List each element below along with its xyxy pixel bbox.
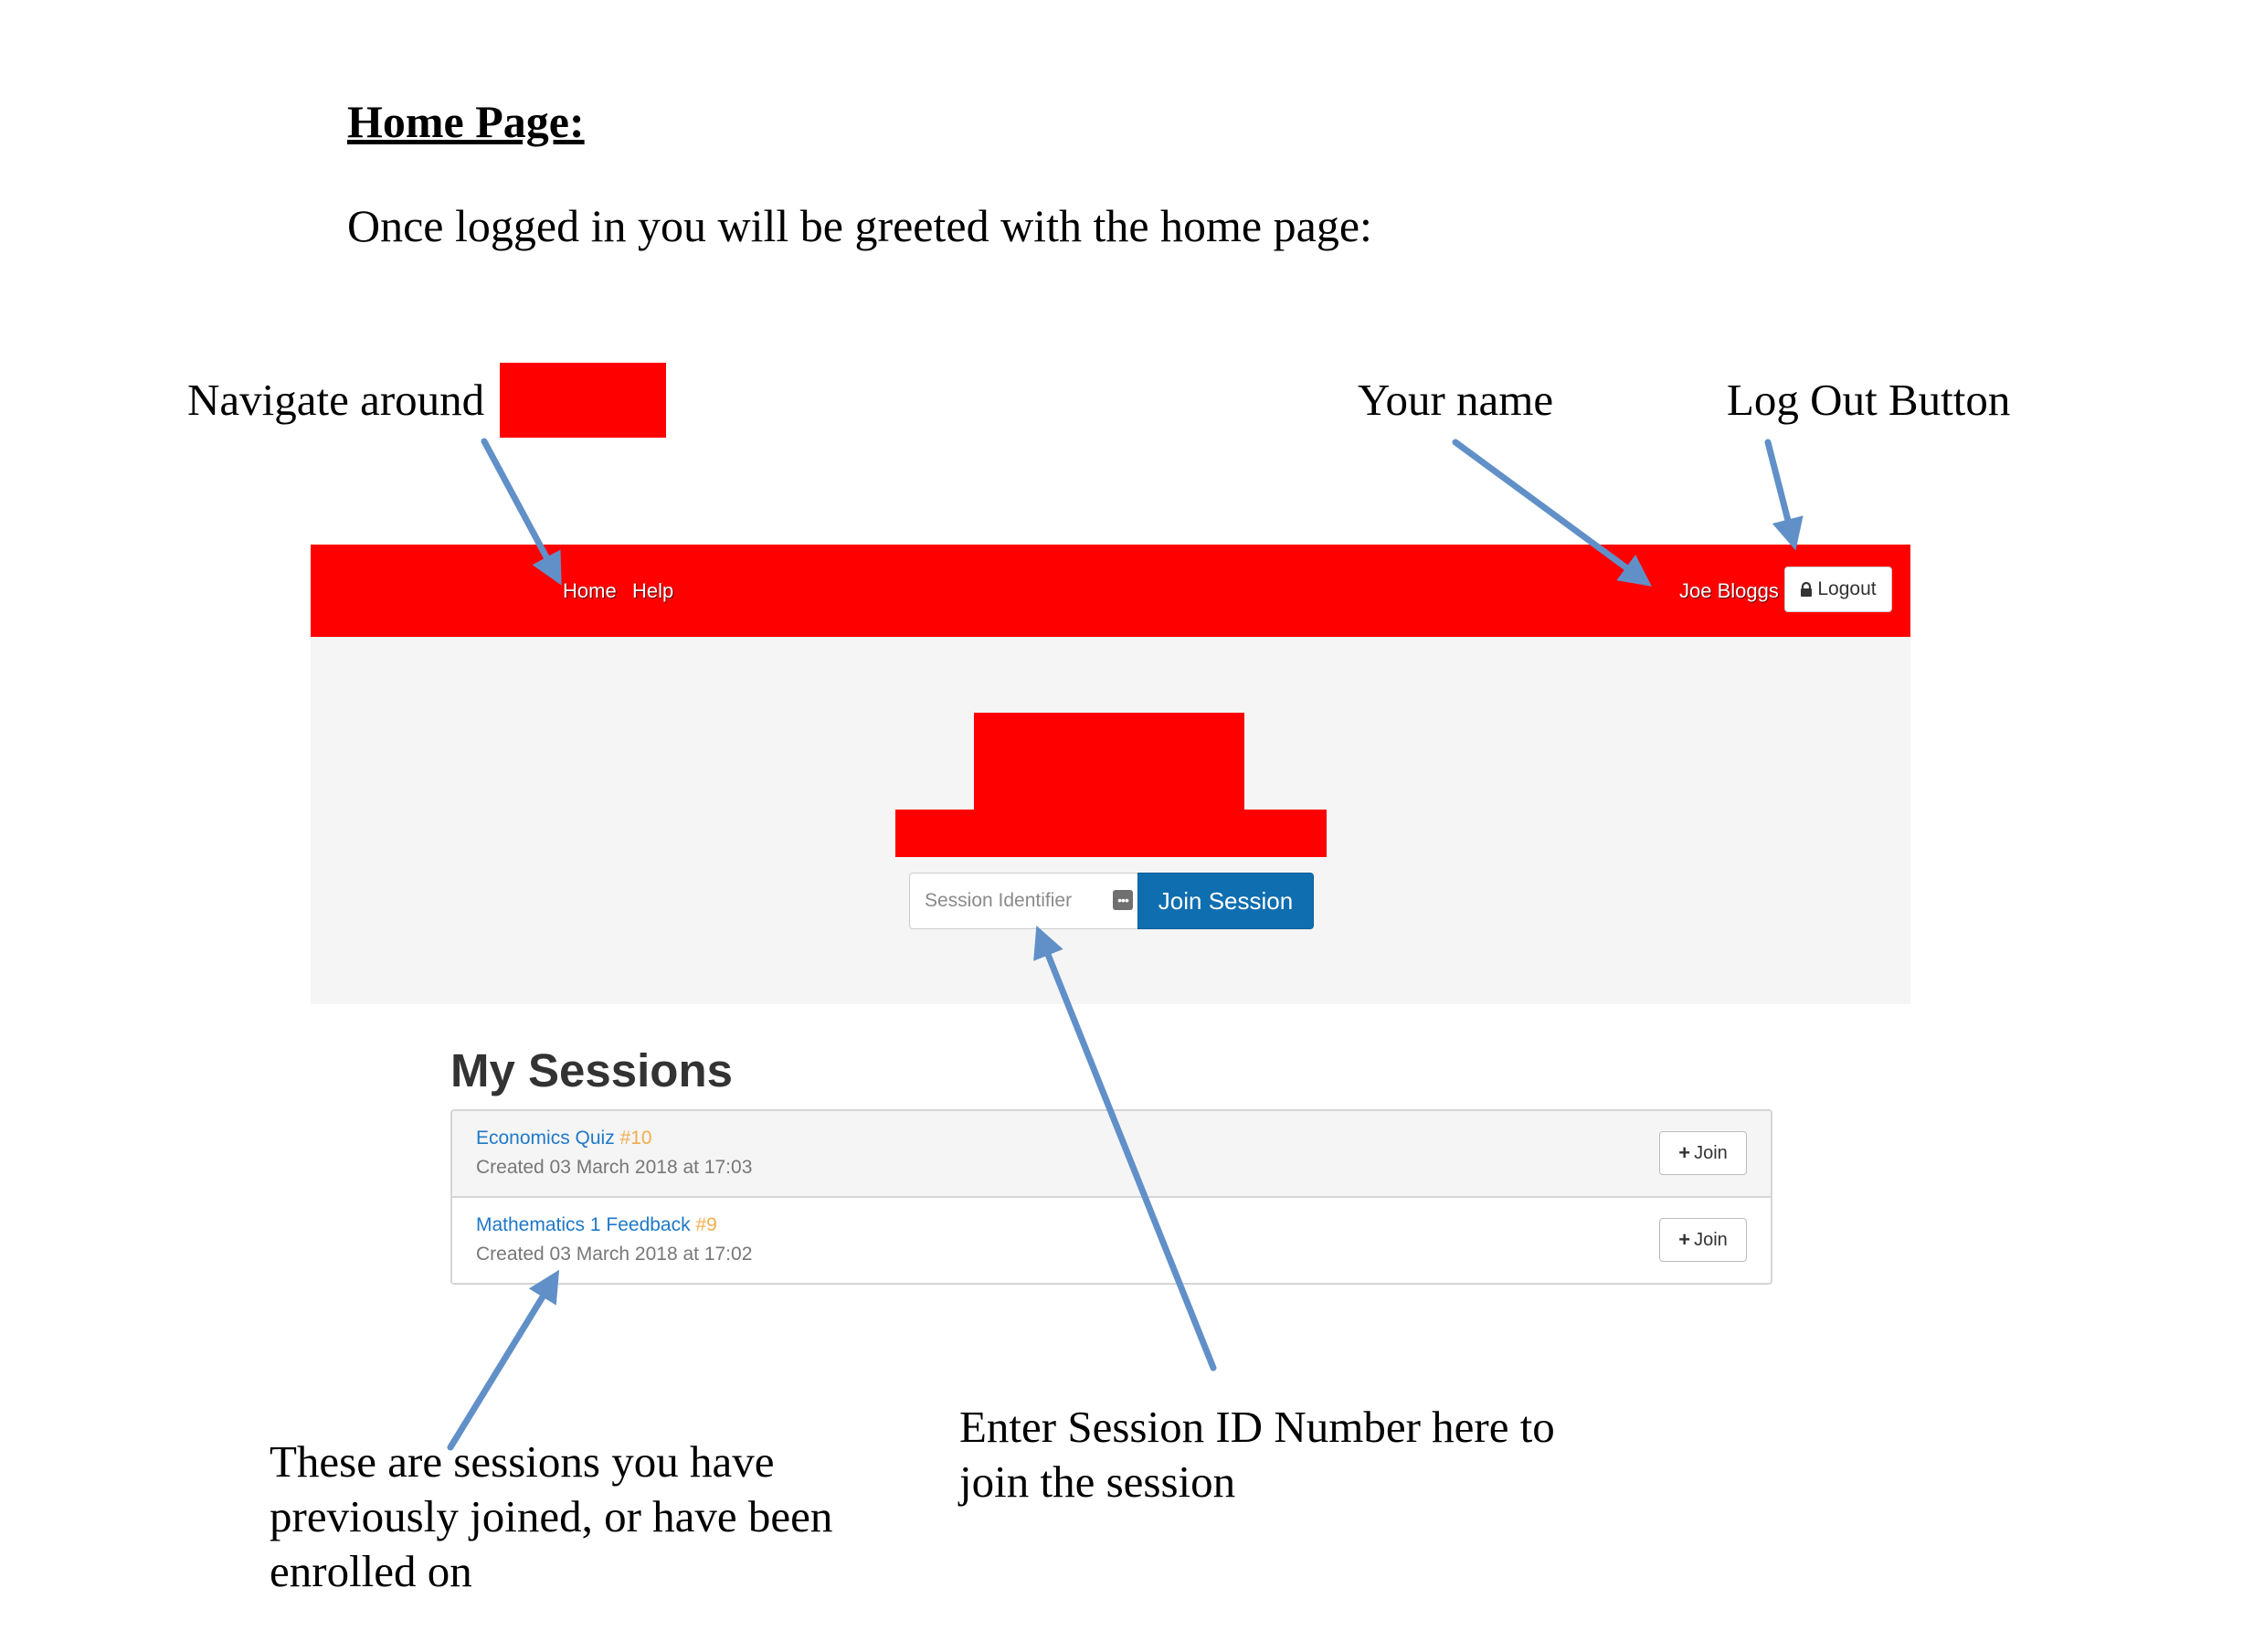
plus-icon: +: [1678, 1228, 1691, 1251]
redacted-logo-top: [974, 713, 1244, 813]
list-item: Economics Quiz #10 Created 03 March 2018…: [452, 1111, 1771, 1198]
more-dots-icon: •••: [1113, 890, 1133, 910]
logout-button[interactable]: Logout: [1784, 567, 1892, 612]
join-session-button[interactable]: Join Session: [1137, 873, 1314, 929]
session-created: Created 03 March 2018 at 17:03: [476, 1157, 753, 1178]
session-id: #9: [695, 1214, 717, 1235]
callout-your-name: Your name: [1358, 375, 1554, 425]
join-label: Join: [1694, 1229, 1728, 1250]
session-id: #10: [619, 1128, 652, 1149]
arrow-logout: [1764, 439, 1804, 551]
lock-icon: [1801, 581, 1813, 597]
session-identifier-input[interactable]: [909, 873, 1137, 929]
join-button[interactable]: + Join: [1659, 1131, 1747, 1175]
join-label: Join: [1694, 1142, 1728, 1163]
callout-navigate: Navigate around: [187, 375, 485, 425]
sessions-title: My Sessions: [450, 1044, 733, 1096]
logout-label: Logout: [1817, 578, 1877, 599]
sessions-list: Economics Quiz #10 Created 03 March 2018…: [450, 1109, 1772, 1285]
session-link[interactable]: Economics Quiz: [476, 1128, 615, 1149]
nav-link-home[interactable]: Home: [563, 579, 617, 603]
session-created: Created 03 March 2018 at 17:02: [476, 1244, 753, 1265]
callout-session-id: Enter Session ID Number here to join the…: [959, 1402, 1555, 1507]
nav-link-help[interactable]: Help: [632, 579, 673, 603]
arrow-sessions: [447, 1269, 560, 1451]
user-name[interactable]: Joe Bloggs: [1679, 579, 1779, 603]
document-heading: Home Page:: [347, 96, 585, 147]
redacted-logo-label: [500, 363, 666, 438]
plus-icon: +: [1678, 1141, 1691, 1164]
callout-sessions: These are sessions you have previously j…: [270, 1436, 833, 1596]
callout-logout: Log Out Button: [1727, 375, 2011, 425]
session-link[interactable]: Mathematics 1 Feedback: [476, 1214, 691, 1235]
redacted-logo-bottom: [895, 810, 1327, 857]
join-button[interactable]: + Join: [1659, 1218, 1747, 1262]
navbar: [311, 545, 1910, 637]
document-intro: Once logged in you will be greeted with …: [347, 200, 1372, 251]
list-item: Mathematics 1 Feedback #9 Created 03 Mar…: [452, 1198, 1771, 1283]
